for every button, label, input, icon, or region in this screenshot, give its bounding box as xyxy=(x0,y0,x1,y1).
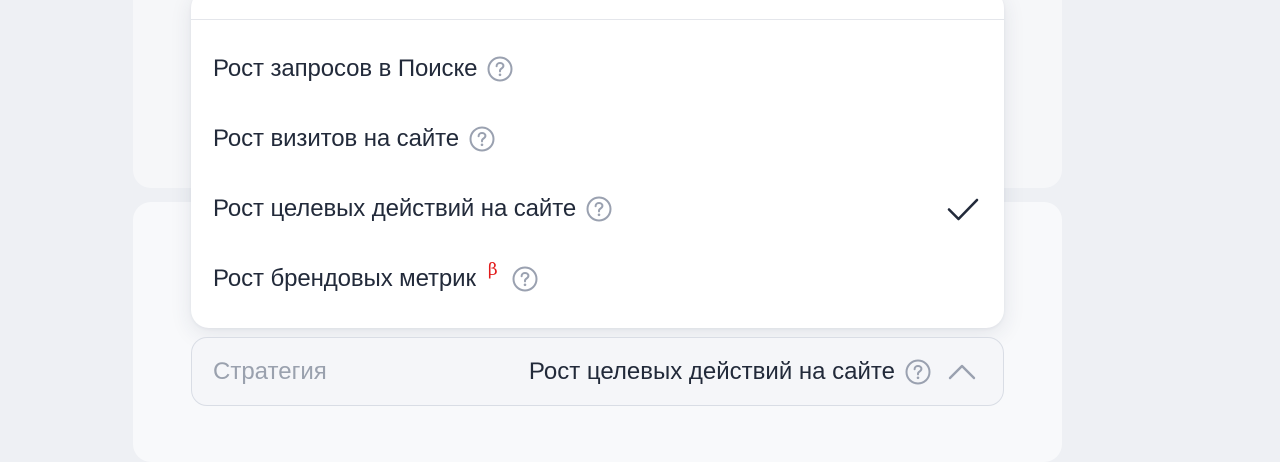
question-circle-icon[interactable] xyxy=(512,266,538,292)
option-brand-metrics-growth[interactable]: Рост брендовых метрик β xyxy=(191,244,1004,314)
option-target-actions-growth[interactable]: Рост целевых действий на сайте xyxy=(191,174,1004,244)
chevron-up-icon[interactable] xyxy=(947,357,977,387)
strategy-select-label: Стратегия xyxy=(213,357,327,385)
question-circle-icon[interactable] xyxy=(586,196,612,222)
question-circle-icon[interactable] xyxy=(905,359,931,385)
option-label: Рост запросов в Поиске xyxy=(213,55,478,82)
option-label: Рост визитов на сайте xyxy=(213,125,460,152)
option-label: Рост целевых действий на сайте xyxy=(213,195,577,222)
question-circle-icon[interactable] xyxy=(487,56,513,82)
beta-badge: β xyxy=(487,260,498,280)
strategy-select[interactable]: Стратегия Рост целевых действий на сайте xyxy=(191,337,1004,406)
option-label: Рост брендовых метрик xyxy=(213,265,476,292)
option-search-queries-growth[interactable]: Рост запросов в Поиске xyxy=(191,34,1004,104)
checkmark-icon xyxy=(946,192,980,226)
dropdown-divider xyxy=(191,19,1004,20)
strategy-dropdown-menu: Рост запросов в Поиске Рост визитов на с… xyxy=(191,0,1004,328)
option-site-visits-growth[interactable]: Рост визитов на сайте xyxy=(191,104,1004,174)
strategy-select-value: Рост целевых действий на сайте xyxy=(528,357,895,385)
question-circle-icon[interactable] xyxy=(469,126,495,152)
